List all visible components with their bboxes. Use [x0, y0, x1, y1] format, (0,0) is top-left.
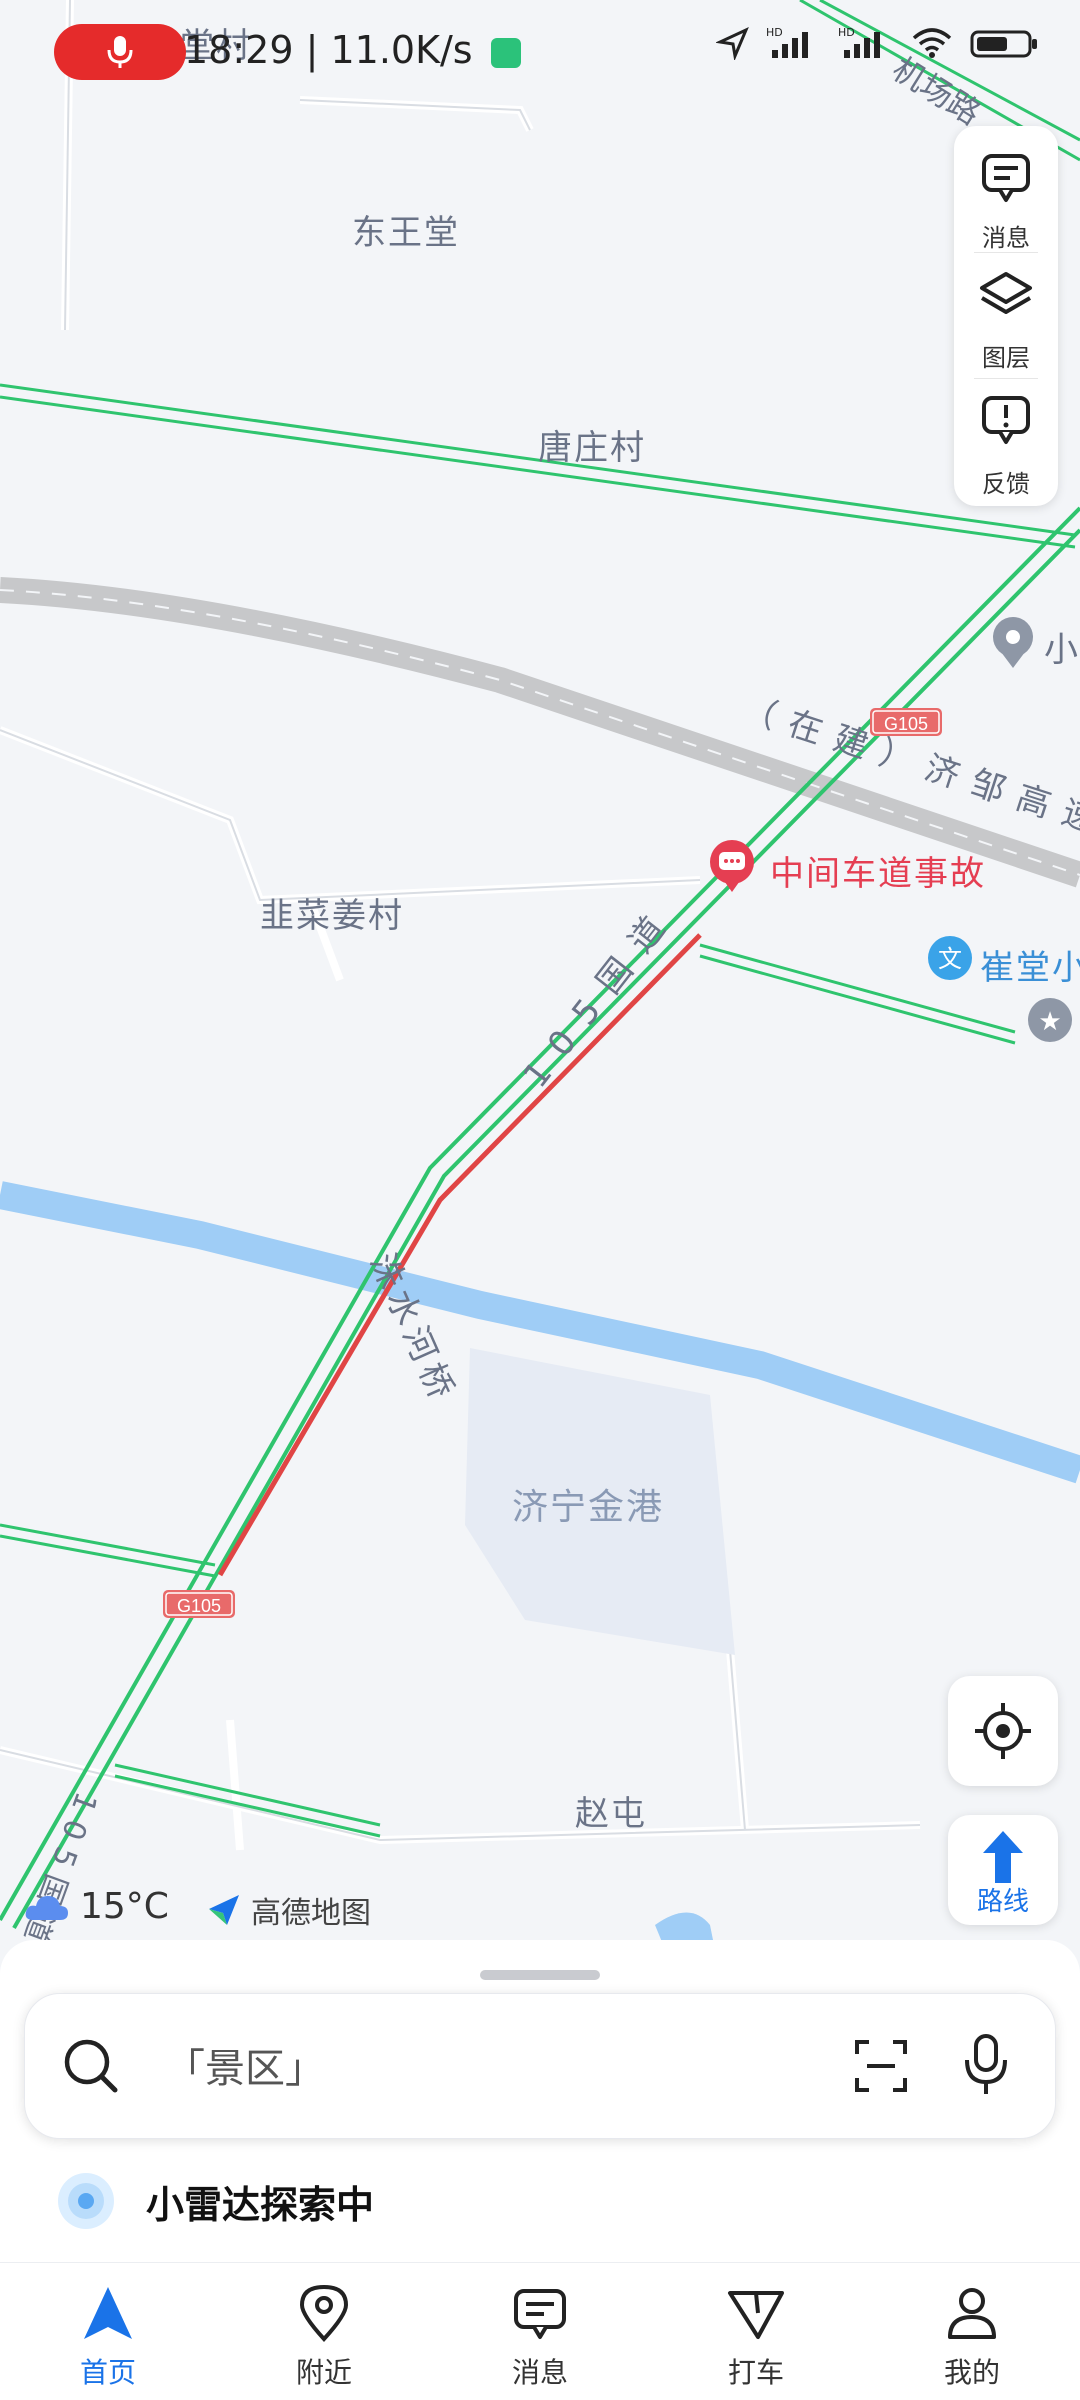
search-input[interactable]: 「景区」	[165, 2036, 325, 2094]
national-road-label: 105国道	[516, 895, 685, 1095]
layers-icon	[980, 272, 1032, 314]
gaode-logo-icon	[209, 1895, 239, 1925]
radar-row[interactable]: 小雷达探索中	[56, 2171, 374, 2231]
location-pin-icon[interactable]	[993, 617, 1033, 668]
signal-hd-icon-2: HD	[838, 26, 880, 58]
place-jining-port: 济宁金港	[512, 1487, 665, 1528]
route-label: 路线	[976, 1887, 1029, 1917]
search-icon	[64, 2039, 118, 2093]
bottom-tab-bar: 首页 附近 消息 打车 我的	[0, 2263, 1080, 2400]
taxi-icon	[728, 2291, 784, 2339]
locate-target-icon	[975, 1703, 1031, 1759]
local-roads	[0, 0, 921, 1851]
voice-search-icon[interactable]	[961, 2032, 1011, 2098]
weather-temp: 15°C	[80, 1886, 169, 1927]
tab-nearby[interactable]: 附近	[216, 2263, 432, 2400]
local-roads-edge	[0, 0, 921, 1842]
g105-shield-2-text: G105	[177, 1596, 221, 1616]
search-bar[interactable]: 「景区」	[24, 1993, 1056, 2139]
tab-nearby-label: 附近	[295, 2356, 352, 2389]
voice-recording-pill[interactable]	[54, 24, 186, 80]
tab-messages-label: 消息	[511, 2356, 568, 2389]
tab-taxi[interactable]: 打车	[648, 2263, 864, 2400]
profile-icon	[948, 2288, 996, 2339]
scan-icon[interactable]	[851, 2036, 911, 2096]
status-bar: 18:29 | 11.0K/s HD HD	[0, 0, 1080, 104]
brand-logo: 高德地图	[205, 1888, 371, 1932]
incident-label[interactable]: 中间车道事故	[770, 846, 986, 895]
navigation-arrow-icon	[84, 2287, 132, 2339]
location-pin-icon	[299, 2284, 349, 2342]
weather-widget[interactable]: 15°C	[24, 1886, 169, 1927]
svg-text:HD: HD	[766, 26, 783, 39]
radar-icon	[58, 2173, 114, 2229]
messages-label: 消息	[982, 224, 1030, 252]
route-button[interactable]: 路线	[948, 1815, 1058, 1925]
route-arrow-icon	[983, 1831, 1023, 1883]
locate-me-button[interactable]	[948, 1676, 1058, 1786]
feedback-label: 反馈	[982, 470, 1030, 498]
feedback-icon	[982, 396, 1030, 444]
g105-shield-2: G105	[163, 1590, 235, 1618]
incident-marker-icon[interactable]	[710, 840, 754, 892]
wifi-icon	[912, 28, 952, 58]
place-cuitang: 崔堂小	[980, 948, 1080, 988]
message-icon	[514, 2289, 566, 2339]
place-zhaotun: 赵屯	[575, 1794, 647, 1834]
place-dongwangtang: 东王堂	[352, 213, 460, 253]
tab-profile-label: 我的	[943, 2356, 1000, 2389]
cloud-icon	[25, 1895, 68, 1920]
status-time-text: 18:29 | 11.0K/s	[184, 28, 473, 72]
messages-button[interactable]: 消息	[954, 138, 1058, 258]
tab-messages[interactable]: 消息	[432, 2263, 648, 2400]
message-icon	[982, 154, 1030, 202]
status-icons: HD HD	[716, 26, 1040, 60]
signal-hd-icon-1: HD	[766, 26, 808, 58]
layers-button[interactable]: 图层	[954, 258, 1058, 378]
svg-text:★: ★	[1038, 1007, 1061, 1037]
g105-shield-1-text: G105	[884, 714, 928, 734]
tab-profile[interactable]: 我的	[864, 2263, 1080, 2400]
bridge-label: 洙水河桥	[362, 1247, 464, 1409]
brand-name: 高德地图	[251, 1896, 371, 1931]
culture-poi-icon[interactable]: 文	[928, 936, 972, 980]
battery-icon	[970, 30, 1037, 58]
place-tangzhuang: 唐庄村	[538, 428, 646, 468]
feedback-button[interactable]: 反馈	[954, 384, 1058, 504]
radar-text: 小雷达探索中	[146, 2182, 375, 2227]
sheet-drag-handle[interactable]	[480, 1970, 600, 1980]
star-poi-icon[interactable]: ★	[1028, 998, 1072, 1042]
status-time-speed: 18:29 | 11.0K/s	[184, 28, 521, 72]
map-tools-panel: 消息 图层 反馈	[954, 126, 1058, 506]
place-jiucaijiang: 韭菜姜村	[260, 896, 404, 936]
tab-taxi-label: 打车	[727, 2356, 784, 2389]
battery-saver-icon	[490, 37, 521, 68]
gps-arrow-icon	[716, 27, 749, 60]
tab-home[interactable]: 首页	[0, 2263, 216, 2400]
place-small-poi: 小	[1044, 630, 1080, 670]
svg-text:HD: HD	[838, 26, 855, 39]
layers-label: 图层	[982, 344, 1030, 372]
microphone-icon	[107, 36, 133, 68]
tab-home-label: 首页	[79, 2356, 136, 2389]
svg-text:文: 文	[938, 945, 962, 973]
